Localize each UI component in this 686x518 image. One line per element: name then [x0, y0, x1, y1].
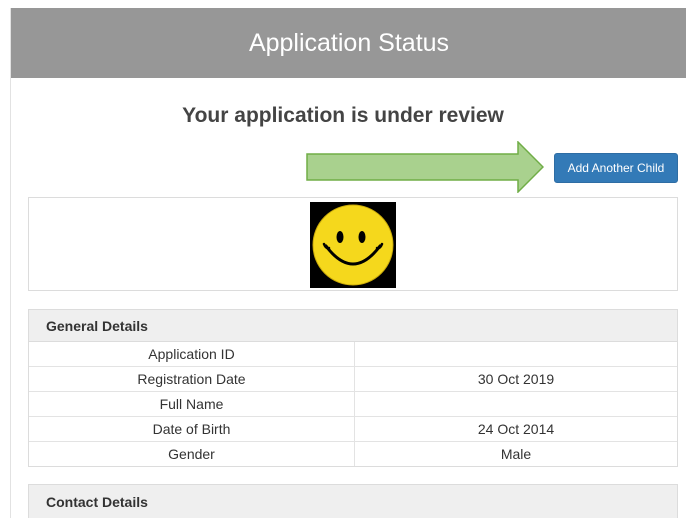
- applicant-photo-box: [28, 197, 678, 291]
- table-row: Date of Birth 24 Oct 2014: [29, 416, 677, 442]
- page-header: Application Status: [11, 8, 686, 78]
- general-details-heading: General Details: [29, 310, 677, 342]
- table-row: Full Name: [29, 391, 677, 417]
- table-row: Application ID: [29, 342, 677, 367]
- right-arrow-icon: [306, 141, 544, 193]
- contact-details-panel: Contact Details: [28, 484, 678, 518]
- general-details-panel: General Details Application ID Registrat…: [28, 309, 678, 467]
- registration-date-label: Registration Date: [29, 366, 355, 392]
- full-name-value: [354, 391, 677, 417]
- registration-date-value: 30 Oct 2019: [354, 366, 677, 392]
- application-id-value: [354, 342, 677, 367]
- contact-details-heading: Contact Details: [29, 485, 677, 518]
- application-id-label: Application ID: [29, 342, 355, 367]
- add-another-child-button[interactable]: Add Another Child: [554, 153, 678, 183]
- date-of-birth-label: Date of Birth: [29, 416, 355, 442]
- full-name-label: Full Name: [29, 391, 355, 417]
- smiley-face-icon: [312, 204, 394, 286]
- general-details-table: Application ID Registration Date 30 Oct …: [29, 342, 677, 466]
- date-of-birth-value: 24 Oct 2014: [354, 416, 677, 442]
- page-title: Application Status: [248, 28, 450, 57]
- gender-label: Gender: [29, 441, 355, 466]
- table-row: Gender Male: [29, 441, 677, 466]
- applicant-photo: [310, 202, 396, 288]
- table-row: Registration Date 30 Oct 2019: [29, 366, 677, 392]
- status-message: Your application is under review: [182, 104, 504, 127]
- gender-value: Male: [500, 446, 532, 462]
